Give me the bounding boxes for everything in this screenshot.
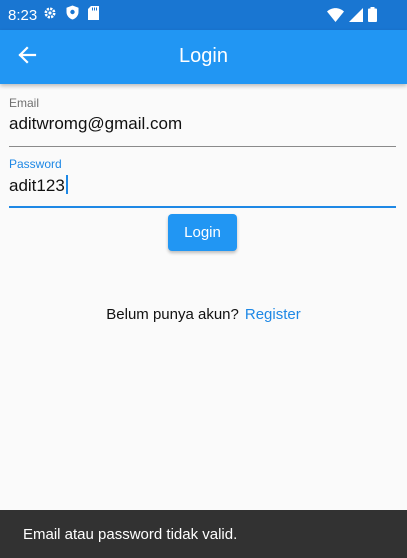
text-cursor [65,175,68,194]
register-link[interactable]: Register [245,306,301,323]
register-prompt: Belum punya akun? [106,306,239,323]
email-label: Email [9,96,40,110]
snackbar: Email atau password tidak valid. [0,510,407,558]
email-underline [9,146,396,147]
signal-icon [349,7,363,27]
password-underline [9,206,396,208]
password-input[interactable]: adit123 [9,175,396,197]
email-field[interactable]: Email aditwromg@gmail.com [9,96,396,147]
password-field[interactable]: Password adit123 [9,157,396,208]
register-row: Belum punya akun? Register [0,306,407,323]
page-title: Login [179,45,228,67]
password-label: Password [9,157,62,171]
wifi-icon [327,7,344,27]
snackbar-message: Email atau password tidak valid. [23,525,238,543]
password-value: adit123 [9,176,65,195]
status-time: 8:23 [8,6,38,24]
battery-icon [368,7,377,27]
status-bar: 8:23 [0,0,407,30]
email-input[interactable]: aditwromg@gmail.com [9,114,396,136]
shield-icon [66,5,79,25]
app-bar: Login [0,30,407,84]
sd-card-icon [88,5,100,25]
gear-icon [43,6,57,25]
login-button[interactable]: Login [168,214,237,251]
